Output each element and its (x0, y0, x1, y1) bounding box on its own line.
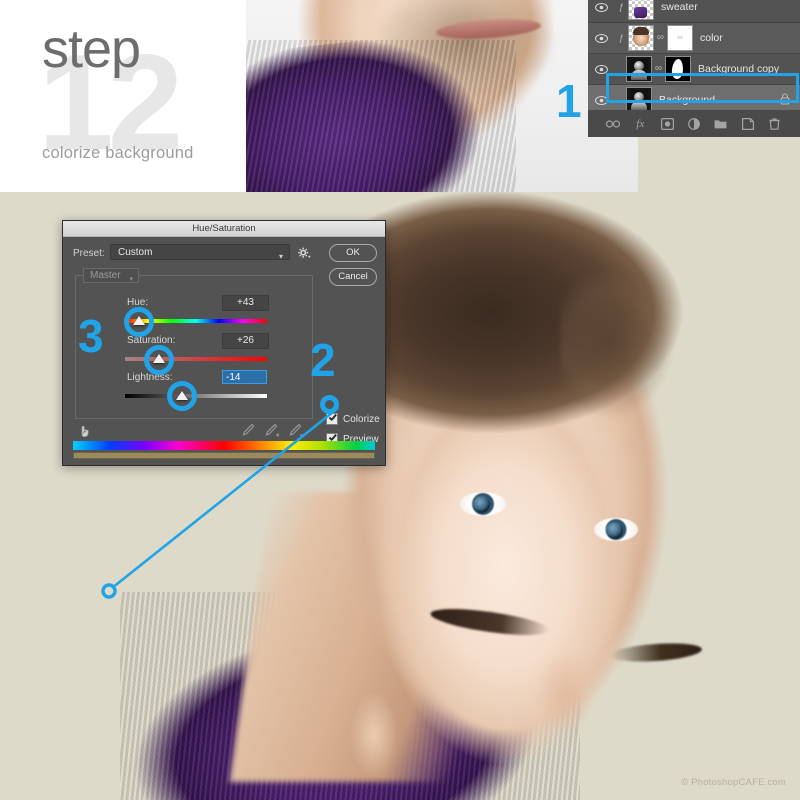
eyedropper-icon[interactable] (241, 423, 256, 439)
layer-thumbnail[interactable] (628, 0, 654, 20)
hue-value[interactable]: +43 (222, 295, 269, 311)
eye-left (460, 492, 506, 516)
hair-wisps (560, 252, 740, 472)
layer-thumbnail[interactable] (626, 56, 652, 82)
layer-thumbnail[interactable] (628, 25, 654, 51)
fx-indicator-icon: ƒ (618, 33, 624, 43)
fx-indicator-icon: ƒ (618, 2, 624, 12)
lock-icon (780, 92, 790, 108)
target-adjust-hand-icon[interactable] (77, 423, 93, 439)
visibility-eye-icon[interactable] (588, 64, 614, 74)
link-mask-icon[interactable]: ∞ (654, 33, 667, 43)
saturation-label: Saturation: (127, 335, 176, 346)
ear-region (345, 682, 403, 787)
eye-right (594, 518, 638, 541)
delete-layer-icon[interactable] (765, 115, 783, 133)
gear-icon[interactable] (297, 246, 311, 260)
nose-region (530, 622, 600, 742)
chevron-down-icon: ▾ (129, 276, 133, 283)
visibility-eye-icon[interactable] (588, 33, 614, 43)
layer-row-background-copy[interactable]: ∞ Background copy (588, 54, 800, 85)
eyedropper-minus-icon[interactable] (289, 423, 304, 439)
lightness-label: Lightness: (127, 372, 173, 383)
top-purple-sweater (246, 40, 516, 192)
annotation-marker-2: 2 (310, 334, 336, 386)
layer-name[interactable]: Background (652, 94, 715, 106)
lightness-knob-highlight-ring (167, 381, 197, 411)
hue-saturation-dialog[interactable]: Hue/Saturation Preset: Custom ▾ OK Cance… (62, 220, 386, 466)
step-title-panel: 12 step colorize background (0, 0, 246, 192)
color-spectrum-bar-top (73, 441, 375, 450)
preset-dropdown[interactable]: Custom ▾ (110, 244, 290, 261)
layers-panel-toolbar[interactable]: fx (588, 110, 800, 137)
cancel-button[interactable]: Cancel (329, 268, 377, 286)
lightness-value[interactable]: -14 (222, 370, 267, 384)
visibility-eye-icon[interactable] (588, 95, 614, 105)
layers-panel[interactable]: ƒ sweater ƒ ∞ color ∞ Background copy Ba… (588, 0, 800, 137)
screenshot-canvas: 12 step colorize background ƒ sweater ƒ (0, 0, 800, 800)
adjustment-layer-icon[interactable] (685, 115, 703, 133)
link-icon[interactable] (604, 115, 622, 133)
fx-icon[interactable]: fx (631, 115, 649, 133)
colorize-checkbox-row[interactable]: Colorize (326, 413, 380, 425)
hue-knob-highlight-ring (124, 307, 154, 337)
watermark: © PhotoshopCAFE.com (681, 777, 786, 788)
layer-row-sweater[interactable]: ƒ sweater (588, 0, 800, 23)
dialog-title: Hue/Saturation (63, 221, 385, 237)
link-mask-icon[interactable]: ∞ (652, 64, 665, 74)
channel-value: Master (90, 270, 121, 281)
saturation-knob-highlight-ring (144, 345, 174, 375)
annotation-marker-3: 3 (78, 310, 104, 362)
visibility-eye-icon[interactable] (588, 2, 614, 12)
annotation-marker-1: 1 (556, 75, 582, 127)
ok-button[interactable]: OK (329, 244, 377, 262)
eyedropper-plus-icon[interactable] (265, 423, 280, 439)
new-group-icon[interactable] (712, 115, 730, 133)
saturation-value[interactable]: +26 (222, 333, 269, 349)
layer-name[interactable]: color (693, 32, 723, 44)
step-word: step (42, 19, 141, 79)
layer-name[interactable]: sweater (654, 1, 698, 13)
chevron-down-icon: ▾ (278, 252, 283, 261)
colorize-checkbox-highlight-ring (320, 395, 339, 414)
colorize-checkbox[interactable] (326, 413, 338, 425)
layer-row-color[interactable]: ƒ ∞ color (588, 23, 800, 54)
beard-region (440, 792, 700, 800)
color-spectrum-bar-bottom (73, 452, 375, 459)
new-layer-icon[interactable] (739, 115, 757, 133)
preset-label: Preset: (73, 248, 105, 259)
add-mask-icon[interactable] (658, 115, 676, 133)
layer-name[interactable]: Background copy (691, 63, 779, 75)
colorize-label: Colorize (343, 413, 380, 425)
preset-value: Custom (118, 247, 153, 258)
step-caption: colorize background (42, 144, 194, 162)
layer-mask-thumbnail[interactable] (665, 56, 691, 82)
layer-mask-thumbnail[interactable] (667, 25, 693, 51)
channel-dropdown[interactable]: Master ▾ (83, 268, 139, 283)
